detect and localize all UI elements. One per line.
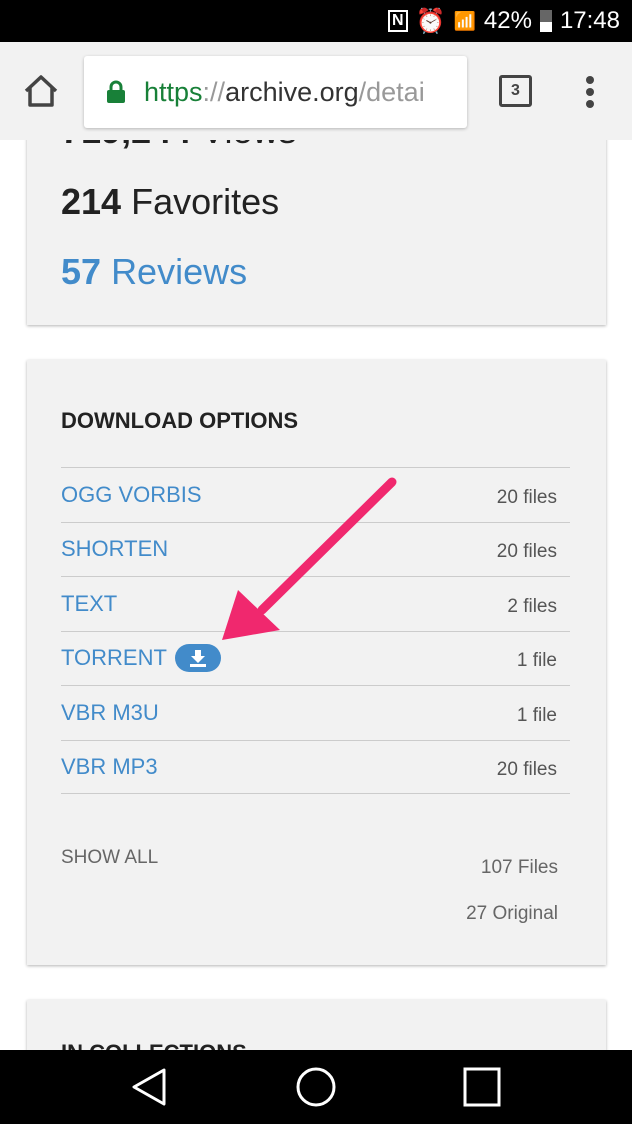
url-bar[interactable]: https://archive.org/detai (84, 56, 467, 128)
android-nav-bar (0, 1050, 632, 1124)
annotation-arrow (222, 477, 397, 640)
url-separator: :// (202, 76, 226, 107)
url-path: /detai (358, 76, 425, 107)
more-menu-icon[interactable] (586, 76, 596, 112)
lock-icon (107, 80, 125, 103)
home-icon[interactable] (22, 74, 60, 108)
browser-toolbar: https://archive.org/detai 3 (0, 42, 632, 140)
recents-icon[interactable] (463, 1067, 503, 1107)
url-host: archive.org (225, 76, 359, 107)
url-scheme: https (144, 76, 203, 107)
back-icon[interactable] (130, 1067, 170, 1107)
tab-switcher-button[interactable]: 3 (499, 75, 532, 107)
home-nav-icon[interactable] (295, 1066, 337, 1108)
